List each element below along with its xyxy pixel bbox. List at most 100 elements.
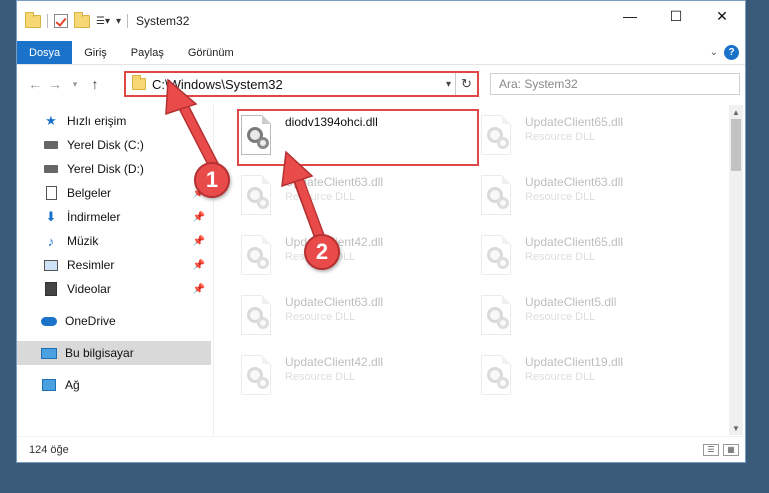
ribbon-tabs: Dosya Giriş Paylaş Görünüm ⌄ ? xyxy=(17,41,745,65)
sidebar-item-music[interactable]: ♪ Müzik 📌 xyxy=(17,229,211,253)
file-type: Resource DLL xyxy=(285,311,356,323)
sidebar-item-label: Hızlı erişim xyxy=(67,114,127,128)
pin-icon[interactable]: 📌 xyxy=(193,284,205,295)
sidebar-item-label: Yerel Disk (D:) xyxy=(67,162,144,176)
sidebar-item-label: İndirmeler xyxy=(67,210,121,224)
file-item[interactable]: UpdateClient42.dll Resource DLL xyxy=(237,349,467,409)
scroll-down-icon[interactable]: ▼ xyxy=(729,421,743,435)
pictures-icon xyxy=(43,257,59,273)
maximize-button[interactable]: ☐ xyxy=(653,1,699,31)
pin-icon[interactable]: 📌 xyxy=(193,260,205,271)
file-name: UpdateClient65.dll xyxy=(525,235,624,249)
tab-share[interactable]: Paylaş xyxy=(119,41,176,64)
sidebar-item-label: Müzik xyxy=(67,234,99,248)
search-input[interactable] xyxy=(499,77,739,91)
sidebar-item-documents[interactable]: Belgeler 📌 xyxy=(17,181,211,205)
navigation-bar: ← → ▾ ↑ C:\Windows\System32 ▾ ↻ xyxy=(17,67,745,101)
file-item[interactable]: UpdateClient63.dll Resource DLL xyxy=(477,169,707,229)
sidebar-item-this-pc[interactable]: Bu bilgisayar xyxy=(17,341,211,365)
sidebar-item-pictures[interactable]: Resimler 📌 xyxy=(17,253,211,277)
file-name: UpdateClient63.dll xyxy=(285,295,384,309)
tab-view[interactable]: Görünüm xyxy=(176,41,246,64)
new-folder-icon[interactable] xyxy=(74,11,90,28)
address-path[interactable]: C:\Windows\System32 xyxy=(152,77,283,92)
tiles-view-icon[interactable]: ▦ xyxy=(723,443,739,456)
sidebar-item-label: Videolar xyxy=(67,282,111,296)
file-name: UpdateClient63.dll xyxy=(285,175,384,189)
chevron-down-icon[interactable]: ▾ xyxy=(446,79,451,90)
help-icon[interactable]: ? xyxy=(724,45,739,60)
title-bar: ☰▾ ▾ System32 — ☐ ✕ xyxy=(17,1,745,41)
sidebar-item-onedrive[interactable]: OneDrive xyxy=(17,309,211,333)
properties-icon[interactable] xyxy=(54,14,68,28)
folder-icon xyxy=(25,11,41,28)
sidebar-item-drive-c[interactable]: Yerel Disk (C:) xyxy=(17,133,211,157)
file-type: Resource DLL xyxy=(525,131,596,143)
expand-ribbon-icon[interactable]: ⌄ xyxy=(710,47,718,58)
refresh-button[interactable]: ↻ xyxy=(455,73,477,95)
customize-toolbar-icon[interactable]: ☰▾ xyxy=(96,16,110,27)
dll-file-icon xyxy=(477,235,517,279)
file-name: UpdateClient63.dll xyxy=(525,175,624,189)
vertical-scrollbar[interactable]: ▲ ▼ xyxy=(729,105,743,435)
sidebar-item-label: Resimler xyxy=(67,258,115,272)
file-type: Resource DLL xyxy=(525,191,596,203)
up-button[interactable]: ↑ xyxy=(85,76,105,92)
forward-button[interactable]: → xyxy=(45,76,65,92)
file-item[interactable]: UpdateClient65.dll Resource DLL xyxy=(477,109,707,169)
view-toggle: ☰ ▦ xyxy=(703,443,739,456)
close-button[interactable]: ✕ xyxy=(699,1,745,31)
file-item[interactable]: UpdateClient63.dll Resource DLL xyxy=(237,169,467,229)
pin-icon[interactable]: 📌 xyxy=(193,236,205,247)
scroll-thumb[interactable] xyxy=(731,119,741,171)
window-title: System32 xyxy=(136,14,190,28)
tab-file[interactable]: Dosya xyxy=(17,41,73,64)
recent-locations-button[interactable]: ▾ xyxy=(65,79,85,90)
dll-file-icon xyxy=(477,115,517,159)
sidebar-item-label: Ağ xyxy=(65,378,80,392)
toolbar-separator xyxy=(47,14,48,28)
pin-icon[interactable]: 📌 xyxy=(193,212,205,223)
address-bar[interactable]: C:\Windows\System32 ▾ ↻ xyxy=(124,71,479,97)
toolbar-separator xyxy=(127,14,129,28)
file-type: Resource DLL xyxy=(525,311,596,323)
quick-access-toolbar: ☰▾ ▾ xyxy=(25,11,129,28)
sidebar-item-quick-access[interactable]: ★ Hızlı erişim xyxy=(17,109,211,133)
tab-home[interactable]: Giriş xyxy=(72,41,119,64)
scroll-up-icon[interactable]: ▲ xyxy=(729,105,743,119)
drive-icon xyxy=(43,137,59,153)
step-1-badge: 1 xyxy=(194,162,230,198)
sidebar-item-label: Bu bilgisayar xyxy=(65,346,134,360)
file-name: UpdateClient42.dll xyxy=(285,355,384,369)
sidebar-item-downloads[interactable]: ⬇ İndirmeler 📌 xyxy=(17,205,211,229)
file-item[interactable]: UpdateClient63.dll Resource DLL xyxy=(237,289,467,349)
sidebar-item-label: Belgeler xyxy=(67,186,112,200)
ribbon-controls: ⌄ ? xyxy=(710,45,739,60)
dll-file-icon xyxy=(477,355,517,399)
search-box[interactable] xyxy=(490,73,740,95)
folder-icon xyxy=(132,75,146,90)
dll-file-icon xyxy=(237,175,277,219)
video-icon xyxy=(43,281,59,297)
file-item[interactable]: UpdateClient19.dll Resource DLL xyxy=(477,349,707,409)
file-item[interactable]: UpdateClient42.dll Resource DLL xyxy=(237,229,467,289)
minimize-button[interactable]: — xyxy=(607,1,653,31)
cloud-icon xyxy=(41,313,57,329)
document-icon xyxy=(43,185,59,201)
chevron-down-icon[interactable]: ▾ xyxy=(116,16,121,27)
star-icon: ★ xyxy=(45,113,57,128)
back-button[interactable]: ← xyxy=(25,76,45,92)
step-2-badge: 2 xyxy=(304,234,340,270)
computer-icon xyxy=(41,345,57,361)
file-item[interactable]: UpdateClient5.dll Resource DLL xyxy=(477,289,707,349)
sidebar-item-videos[interactable]: Videolar 📌 xyxy=(17,277,211,301)
item-count: 124 öğe xyxy=(29,443,69,456)
dll-file-icon xyxy=(237,295,277,339)
file-item[interactable]: UpdateClient65.dll Resource DLL xyxy=(477,229,707,289)
sidebar-item-drive-d[interactable]: Yerel Disk (D:) xyxy=(17,157,211,181)
sidebar-item-network[interactable]: Ağ xyxy=(17,373,211,397)
music-icon: ♪ xyxy=(47,233,55,249)
explorer-window: ☰▾ ▾ System32 — ☐ ✕ Dosya Giriş Paylaş G… xyxy=(16,0,746,463)
download-icon: ⬇ xyxy=(45,209,57,224)
details-view-icon[interactable]: ☰ xyxy=(703,443,719,456)
